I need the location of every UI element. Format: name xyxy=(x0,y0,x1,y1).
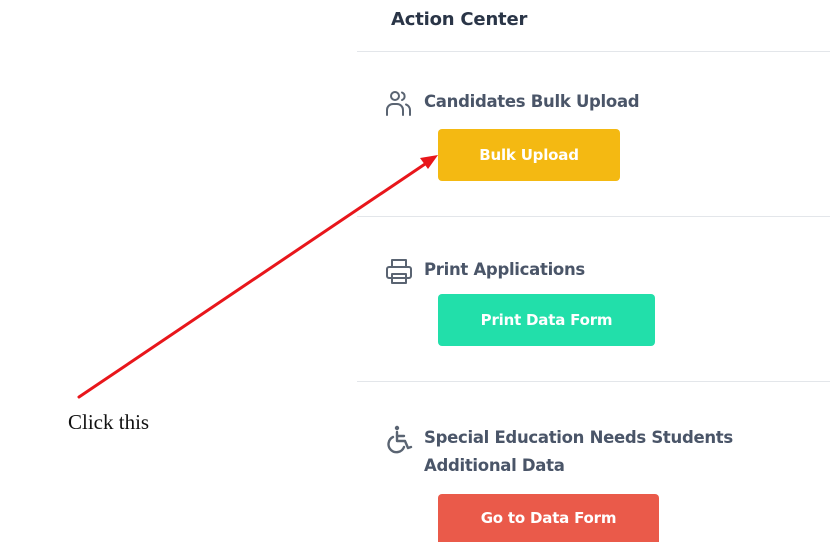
divider xyxy=(357,216,830,217)
section-label: Print Applications xyxy=(424,260,585,279)
wheelchair-icon xyxy=(384,424,414,454)
section-label: Candidates Bulk Upload xyxy=(424,92,640,111)
section-label-line2: Additional Data xyxy=(424,456,565,475)
users-icon xyxy=(384,88,414,118)
print-data-form-button[interactable]: Print Data Form xyxy=(438,294,655,346)
annotation-text: Click this xyxy=(68,410,150,434)
divider xyxy=(357,381,830,382)
section-label-line1: Special Education Needs Students xyxy=(424,428,733,447)
divider xyxy=(357,51,830,52)
go-to-data-form-button[interactable]: Go to Data Form xyxy=(438,494,659,542)
printer-icon xyxy=(384,256,414,286)
bulk-upload-button[interactable]: Bulk Upload xyxy=(438,129,620,181)
action-center-panel: Action Center Candidates Bulk Upload Bul… xyxy=(357,0,830,542)
panel-title: Action Center xyxy=(391,9,528,30)
